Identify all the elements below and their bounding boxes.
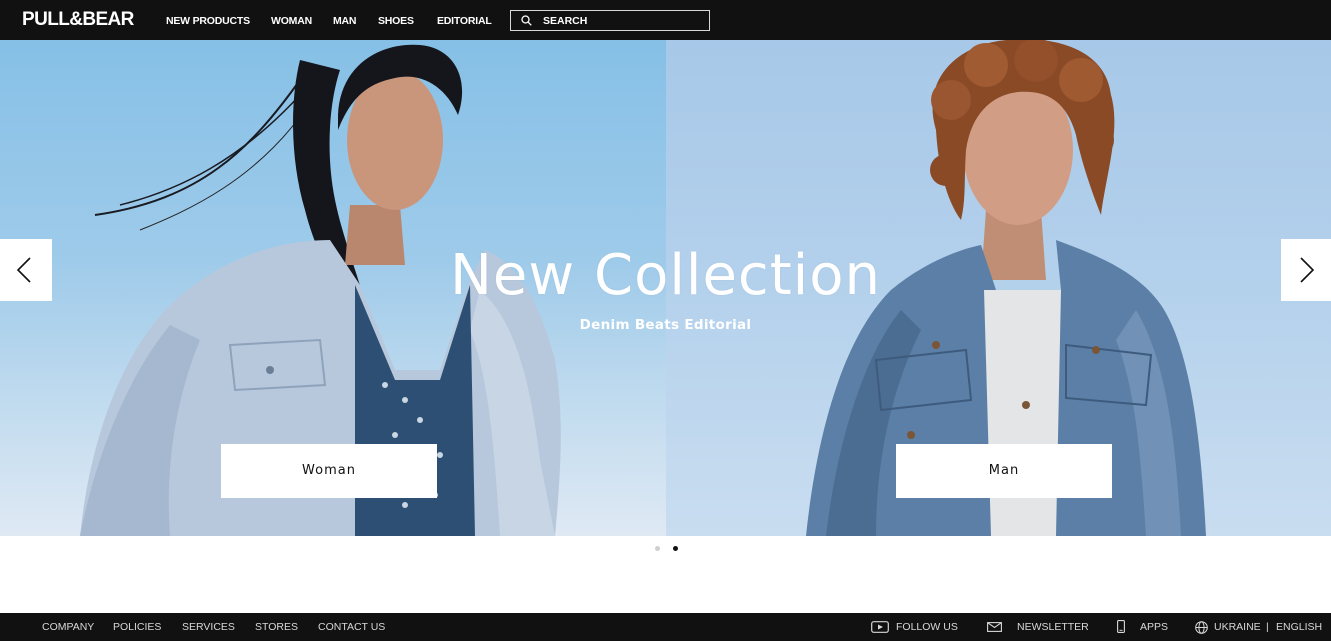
footer-language-selector[interactable]: ENGLISH [1276,621,1322,634]
top-navigation-bar: PULL&BEAR NEW PRODUCTS WOMAN MAN SHOES E… [0,0,1331,40]
youtube-icon [871,621,889,633]
footer-newsletter[interactable]: NEWSLETTER [1017,621,1089,634]
footer-link-company[interactable]: COMPANY [42,621,94,634]
footer-link-stores[interactable]: STORES [255,621,298,634]
search-icon [521,15,532,26]
hero-title: New Collection [450,243,881,308]
carousel-dot-1[interactable] [655,546,660,551]
nav-man[interactable]: MAN [333,14,357,28]
footer-separator: | [1266,621,1269,633]
nav-woman[interactable]: WOMAN [271,14,312,28]
footer-link-contact-us[interactable]: CONTACT US [318,621,385,634]
hero-subtitle: Denim Beats Editorial [579,317,752,333]
envelope-icon [987,622,1002,632]
footer-link-policies[interactable]: POLICIES [113,621,161,634]
footer-link-services[interactable]: SERVICES [182,621,235,634]
previous-slide-button[interactable] [0,239,52,301]
chevron-right-icon [1300,257,1315,283]
footer-bar: COMPANY POLICIES SERVICES STORES CONTACT… [0,613,1331,641]
nav-editorial[interactable]: EDITORIAL [437,14,492,28]
next-slide-button[interactable] [1281,239,1331,301]
nav-shoes[interactable]: SHOES [378,14,414,28]
search-input[interactable] [543,13,703,28]
shop-woman-button[interactable]: Woman [221,444,437,498]
footer-follow-us[interactable]: FOLLOW US [896,621,958,634]
shop-man-button[interactable]: Man [896,444,1112,498]
footer-country-selector[interactable]: UKRAINE [1214,621,1261,634]
mobile-phone-icon [1117,620,1125,633]
globe-icon [1195,621,1208,634]
nav-new-products[interactable]: NEW PRODUCTS [166,14,250,28]
search-box[interactable] [510,10,710,31]
hero-banner: New Collection Denim Beats Editorial Wom… [0,40,1331,536]
chevron-left-icon [16,257,31,283]
footer-apps[interactable]: APPS [1140,621,1168,634]
carousel-dot-2-active[interactable] [673,546,678,551]
brand-logo[interactable]: PULL&BEAR [22,9,134,31]
